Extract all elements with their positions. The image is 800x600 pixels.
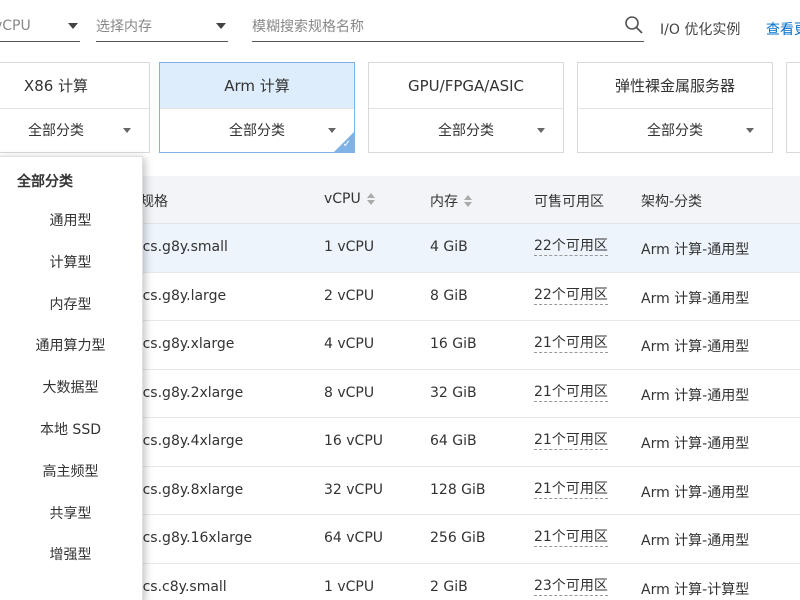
dropdown-item-compute[interactable]: 计算型 <box>0 243 142 285</box>
cell-spec-name: ecs.g8y.8xlarge <box>134 481 244 498</box>
category-card-arm[interactable]: Arm 计算 全部分类 ✓ <box>159 62 355 153</box>
cell-zones[interactable]: 21个可用区 <box>534 384 608 402</box>
category-dropdown-menu: 全部分类 通用型 计算型 内存型 通用算力型 大数据型 本地 SSD 高主频型 … <box>0 156 143 600</box>
search-placeholder: 模糊搜索规格名称 <box>252 18 364 35</box>
category-card-select[interactable]: 全部分类 <box>578 109 772 153</box>
view-more-link[interactable]: 查看更 <box>766 19 800 39</box>
cell-spec-name: ecs.g8y.2xlarge <box>134 384 244 401</box>
dropdown-item-local-ssd[interactable]: 本地 SSD <box>0 410 142 452</box>
cell-vcpu: 8 vCPU <box>324 384 375 401</box>
column-header-vcpu[interactable]: vCPU <box>324 191 375 207</box>
vcpu-select[interactable]: vCPU <box>0 10 80 42</box>
cell-arch: Arm 计算-通用型 <box>641 290 750 307</box>
column-header-arch: 架构-分类 <box>641 194 703 210</box>
category-card-select-label: 全部分类 <box>438 123 494 139</box>
column-header-memory-label: 内存 <box>430 194 458 210</box>
cell-memory: 128 GiB <box>430 481 486 498</box>
category-card-select-label: 全部分类 <box>647 123 703 139</box>
cell-arch: Arm 计算-通用型 <box>641 387 750 404</box>
column-header-memory[interactable]: 内存 <box>430 191 472 211</box>
cell-memory: 16 GiB <box>430 336 477 352</box>
cell-vcpu: 4 vCPU <box>324 336 375 352</box>
category-card-more[interactable] <box>786 62 800 153</box>
category-card-x86[interactable]: X86 计算 全部分类 <box>0 62 150 153</box>
cell-arch: Arm 计算-通用型 <box>641 533 750 549</box>
check-icon: ✓ <box>342 139 351 150</box>
memory-select[interactable]: 选择内存 <box>96 10 228 42</box>
cell-zones[interactable]: 21个可用区 <box>534 335 608 353</box>
cell-vcpu: 32 vCPU <box>324 481 384 498</box>
category-card-select[interactable]: 全部分类 <box>160 109 354 153</box>
dropdown-item-high-frequency[interactable]: 高主频型 <box>0 452 142 494</box>
chevron-down-icon <box>537 128 545 133</box>
io-optimized-label[interactable]: I/O 优化实例 <box>660 19 740 39</box>
category-card-select[interactable]: 全部分类 <box>0 109 149 153</box>
chevron-down-icon <box>123 128 131 133</box>
dropdown-header-all[interactable]: 全部分类 <box>0 157 142 201</box>
cell-zones[interactable]: 21个可用区 <box>534 481 608 499</box>
dropdown-item-memory[interactable]: 内存型 <box>0 285 142 327</box>
cell-vcpu: 64 vCPU <box>324 530 384 546</box>
cell-arch: Arm 计算-计算型 <box>641 581 750 598</box>
search-icon[interactable] <box>624 15 644 35</box>
category-card-title: X86 计算 <box>0 63 149 109</box>
category-card-select-label: 全部分类 <box>229 123 285 139</box>
cell-zones[interactable]: 23个可用区 <box>534 578 608 596</box>
cell-spec-name: ecs.g8y.4xlarge <box>134 433 244 449</box>
dropdown-item-general[interactable]: 通用型 <box>0 201 142 243</box>
chevron-down-icon <box>216 23 226 29</box>
dropdown-item-big-data[interactable]: 大数据型 <box>0 368 142 410</box>
cell-spec-name: ecs.g8y.small <box>134 239 228 255</box>
cell-arch: Arm 计算-通用型 <box>641 242 750 258</box>
cell-zones[interactable]: 22个可用区 <box>534 238 608 256</box>
vcpu-select-label: vCPU <box>0 17 31 34</box>
column-header-vcpu-label: vCPU <box>324 191 361 207</box>
dropdown-item-shared[interactable]: 共享型 <box>0 494 142 536</box>
cell-arch: Arm 计算-通用型 <box>641 484 750 501</box>
memory-select-label: 选择内存 <box>96 18 152 35</box>
cell-spec-name: ecs.c8y.small <box>134 578 227 595</box>
category-card-title: 弹性裸金属服务器 <box>578 63 772 109</box>
dropdown-item-general-compute[interactable]: 通用算力型 <box>0 326 142 368</box>
cell-zones[interactable]: 22个可用区 <box>534 287 608 305</box>
category-card-title: Arm 计算 <box>160 63 354 109</box>
cell-vcpu: 16 vCPU <box>324 433 384 449</box>
cell-memory: 64 GiB <box>430 433 477 449</box>
cell-arch: Arm 计算-通用型 <box>641 339 750 355</box>
cell-arch: Arm 计算-通用型 <box>641 436 750 452</box>
cell-spec-name: ecs.g8y.large <box>134 287 227 304</box>
cell-zones[interactable]: 21个可用区 <box>534 432 608 450</box>
sort-icon[interactable] <box>366 193 375 205</box>
cell-memory: 2 GiB <box>430 578 468 595</box>
cell-memory: 4 GiB <box>430 239 468 255</box>
category-card-title: GPU/FPGA/ASIC <box>369 63 563 109</box>
cell-zones[interactable]: 21个可用区 <box>534 529 608 547</box>
category-card-gpu[interactable]: GPU/FPGA/ASIC 全部分类 <box>368 62 564 153</box>
cell-spec-name: ecs.g8y.16xlarge <box>134 530 253 546</box>
category-card-bare-metal[interactable]: 弹性裸金属服务器 全部分类 <box>577 62 773 153</box>
dropdown-item-enhanced[interactable]: 增强型 <box>0 535 142 577</box>
cell-memory: 256 GiB <box>430 530 486 546</box>
filter-bar: vCPU 选择内存 模糊搜索规格名称 I/O 优化实例 查看更 <box>0 0 800 52</box>
cell-memory: 8 GiB <box>430 287 468 304</box>
spec-search-input[interactable]: 模糊搜索规格名称 <box>252 10 644 42</box>
chevron-down-icon <box>68 23 78 29</box>
column-header-zones: 可售可用区 <box>534 194 604 210</box>
category-card-select[interactable]: 全部分类 <box>369 109 563 153</box>
cell-spec-name: ecs.g8y.xlarge <box>134 336 235 352</box>
cell-vcpu: 2 vCPU <box>324 287 375 304</box>
category-card-select-label: 全部分类 <box>28 123 84 139</box>
sort-icon[interactable] <box>464 195 472 207</box>
cell-vcpu: 1 vCPU <box>324 578 375 595</box>
cell-vcpu: 1 vCPU <box>324 239 375 255</box>
cell-memory: 32 GiB <box>430 384 477 401</box>
chevron-down-icon <box>746 128 754 133</box>
